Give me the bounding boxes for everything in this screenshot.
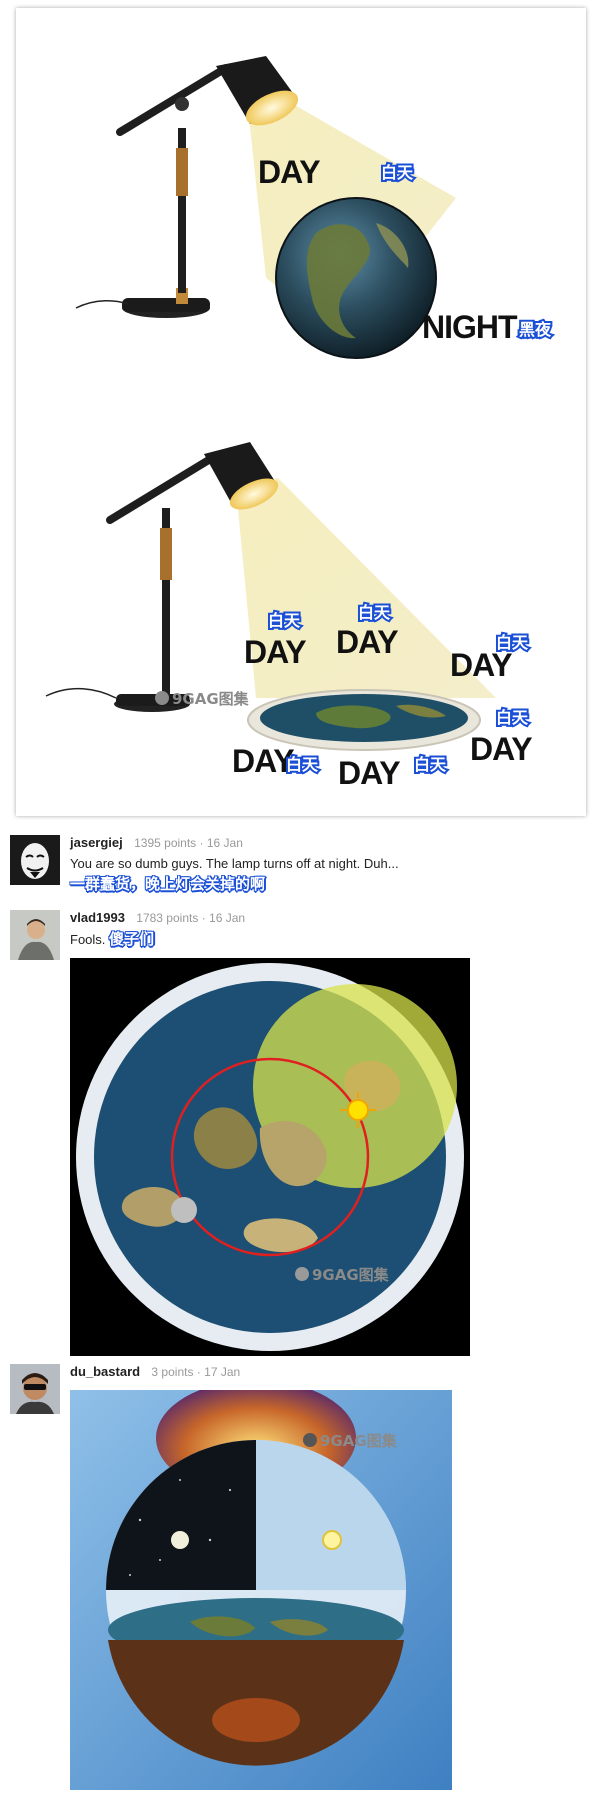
flat-earth-lamp-meme: DAY 白天 NIGHT 黑夜 DAY 白天 DAY 白天 DAY 白天 白天 … bbox=[45, 56, 554, 791]
username[interactable]: jasergiej bbox=[70, 835, 123, 850]
label-day-6: DAY bbox=[338, 755, 400, 791]
points: 3 points bbox=[151, 1365, 194, 1379]
desk-lamp-bottom bbox=[45, 442, 496, 712]
cn-day-2: 白天 bbox=[358, 603, 391, 622]
flat-earth-dome-illustration: 9GAG图集 bbox=[70, 1390, 452, 1790]
cn-night-globe: 黑夜 bbox=[519, 320, 552, 339]
separator: · bbox=[196, 1365, 201, 1379]
date[interactable]: 16 Jan bbox=[207, 836, 243, 850]
cn-day-1: 白天 bbox=[268, 611, 301, 630]
date[interactable]: 17 Jan bbox=[204, 1365, 240, 1379]
cn-day-6: 白天 bbox=[414, 755, 447, 774]
username[interactable]: du_bastard bbox=[70, 1364, 140, 1379]
label-day-2: DAY bbox=[336, 624, 398, 660]
meme-image: DAY 白天 NIGHT 黑夜 DAY 白天 DAY 白天 DAY 白天 白天 … bbox=[16, 8, 586, 816]
cn-day-globe: 白天 bbox=[381, 163, 414, 182]
cn-day-3: 白天 bbox=[496, 633, 529, 652]
flat-earth-sun-map: 9GAG图集 bbox=[70, 958, 470, 1356]
label-day-4: DAY bbox=[470, 731, 532, 767]
cn-day-5: 白天 bbox=[286, 755, 319, 774]
separator: · bbox=[199, 836, 204, 850]
round-earth-globe bbox=[275, 197, 437, 359]
watermark: 9GAG图集 bbox=[312, 1266, 390, 1284]
label-day-globe: DAY bbox=[258, 154, 320, 190]
comment-meta: vlad1993 1783 points · 16 Jan bbox=[70, 910, 590, 926]
comment-translation: 一群蠢货，晚上灯会关掉的啊 bbox=[70, 875, 266, 893]
person-photo-avatar[interactable] bbox=[10, 910, 60, 960]
comment-jasergiej: jasergiej 1395 points · 16 Jan You are s… bbox=[10, 835, 590, 895]
comment-meta: jasergiej 1395 points · 16 Jan bbox=[70, 835, 590, 851]
label-day-3: DAY bbox=[450, 647, 512, 683]
guy-fawkes-mask-avatar[interactable] bbox=[10, 835, 60, 885]
points: 1395 points bbox=[134, 836, 197, 850]
person-sunglasses-avatar[interactable] bbox=[10, 1364, 60, 1414]
label-day-1: DAY bbox=[244, 634, 306, 670]
comment-text-row: Fools. 傻子们 bbox=[70, 930, 590, 949]
flat-earth-disc bbox=[247, 689, 481, 751]
comment-text: Fools. bbox=[70, 932, 106, 947]
comment-text: You are so dumb guys. The lamp turns off… bbox=[70, 856, 399, 871]
svg-text:9GAG图集: 9GAG图集 bbox=[172, 690, 250, 708]
date[interactable]: 16 Jan bbox=[209, 911, 245, 925]
watermark: 9GAG图集 bbox=[320, 1432, 398, 1450]
label-day-5: DAY bbox=[232, 743, 294, 779]
comment-attachment-map[interactable]: 9GAG图集 bbox=[70, 958, 470, 1356]
points: 1783 points bbox=[136, 911, 199, 925]
comment-translation: 傻子们 bbox=[109, 930, 155, 948]
comment-meta: du_bastard 3 points · 17 Jan bbox=[70, 1364, 590, 1380]
separator: · bbox=[201, 911, 206, 925]
cn-day-4: 白天 bbox=[496, 708, 529, 727]
username[interactable]: vlad1993 bbox=[70, 910, 125, 925]
comment-attachment-dome[interactable]: 9GAG图集 bbox=[70, 1390, 452, 1790]
label-night-globe: NIGHT bbox=[422, 309, 518, 345]
comment-vlad1993: vlad1993 1783 points · 16 Jan Fools. 傻子们 bbox=[10, 910, 590, 960]
